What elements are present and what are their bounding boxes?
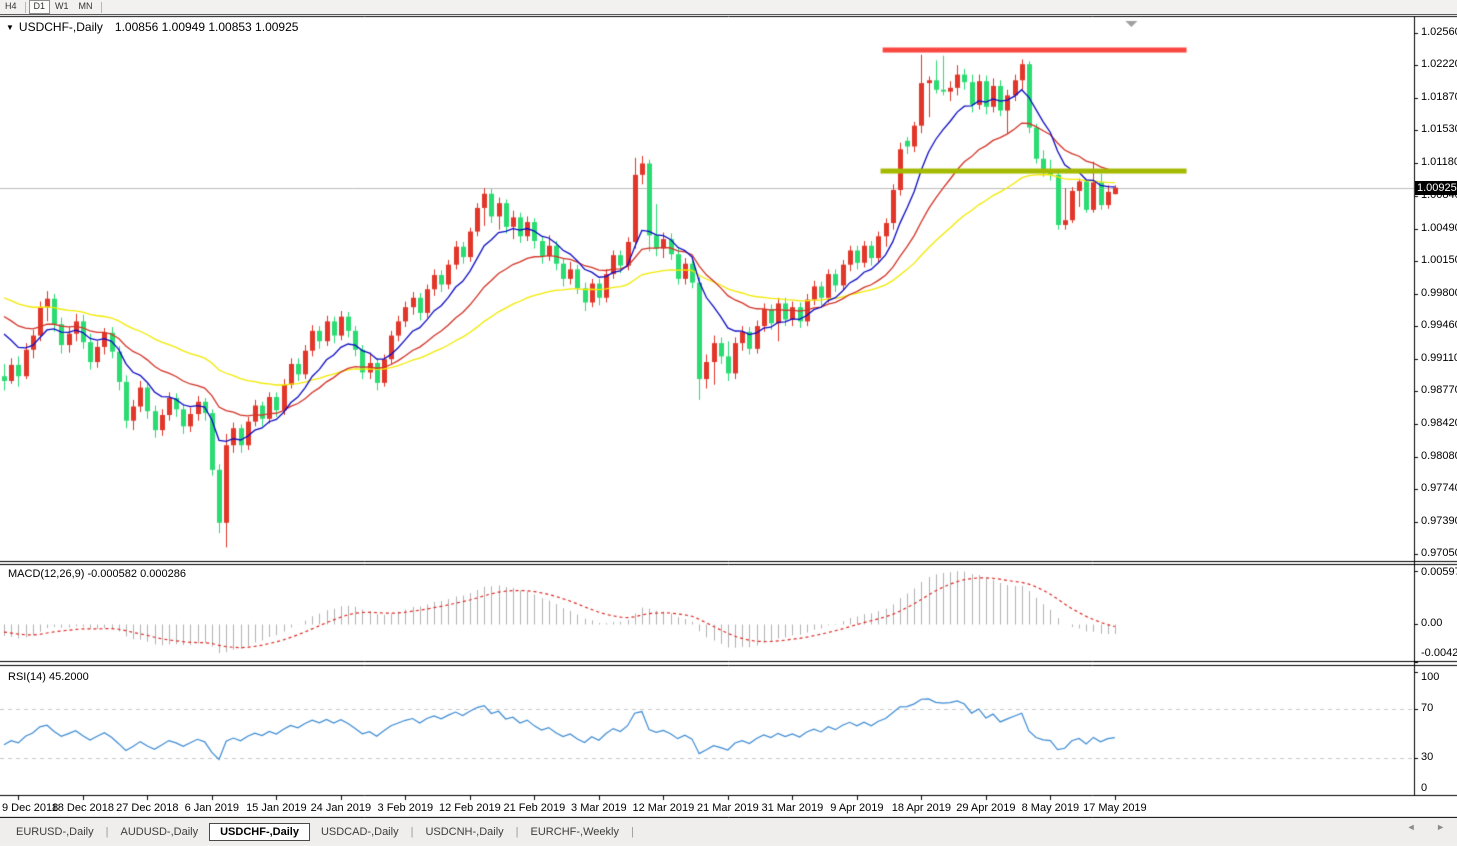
toolbar-separator bbox=[100, 1, 102, 13]
main-chart-canvas[interactable] bbox=[0, 0, 1457, 818]
mt4-window: H4 D1 W1 MN ▼ USDCHF-,Daily 1.00856 1.0094… bbox=[0, 0, 1457, 846]
tab-scroll-left-button[interactable]: ◄ bbox=[1407, 822, 1416, 832]
tab-scroll-right-button[interactable]: ► bbox=[1436, 822, 1445, 832]
tab-separator: | bbox=[515, 826, 519, 838]
timeframe-toolbar: H4 D1 W1 MN bbox=[0, 0, 1457, 15]
timeframe-mn-button[interactable]: MN bbox=[74, 1, 98, 13]
chart-tab-eurusd-daily[interactable]: EURUSD-,Daily bbox=[5, 823, 105, 841]
timeframe-h4-button[interactable]: H4 bbox=[0, 1, 22, 13]
chart-tab-audusd-daily[interactable]: AUDUSD-,Daily bbox=[109, 823, 209, 841]
tab-separator: | bbox=[630, 826, 634, 838]
chart-tab-usdcnh-daily[interactable]: USDCNH-,Daily bbox=[414, 823, 514, 841]
chart-tab-usdchf-daily[interactable]: USDCHF-,Daily bbox=[209, 823, 310, 841]
timeframe-w1-button[interactable]: W1 bbox=[50, 1, 74, 13]
tab-separator: | bbox=[410, 826, 414, 838]
tab-scroll-controls: ◄ ► bbox=[1389, 822, 1445, 832]
toolbar-separator bbox=[24, 1, 26, 13]
tab-separator: | bbox=[105, 826, 109, 838]
chart-tab-eurchf-weekly[interactable]: EURCHF-,Weekly bbox=[520, 823, 630, 841]
timeframe-d1-button[interactable]: D1 bbox=[28, 0, 51, 14]
chart-tab-bar: EURUSD-,Daily | AUDUSD-,Daily USDCHF-,Daily… bbox=[0, 819, 1457, 845]
chart-tab-usdcad-daily[interactable]: USDCAD-,Daily bbox=[310, 823, 410, 841]
